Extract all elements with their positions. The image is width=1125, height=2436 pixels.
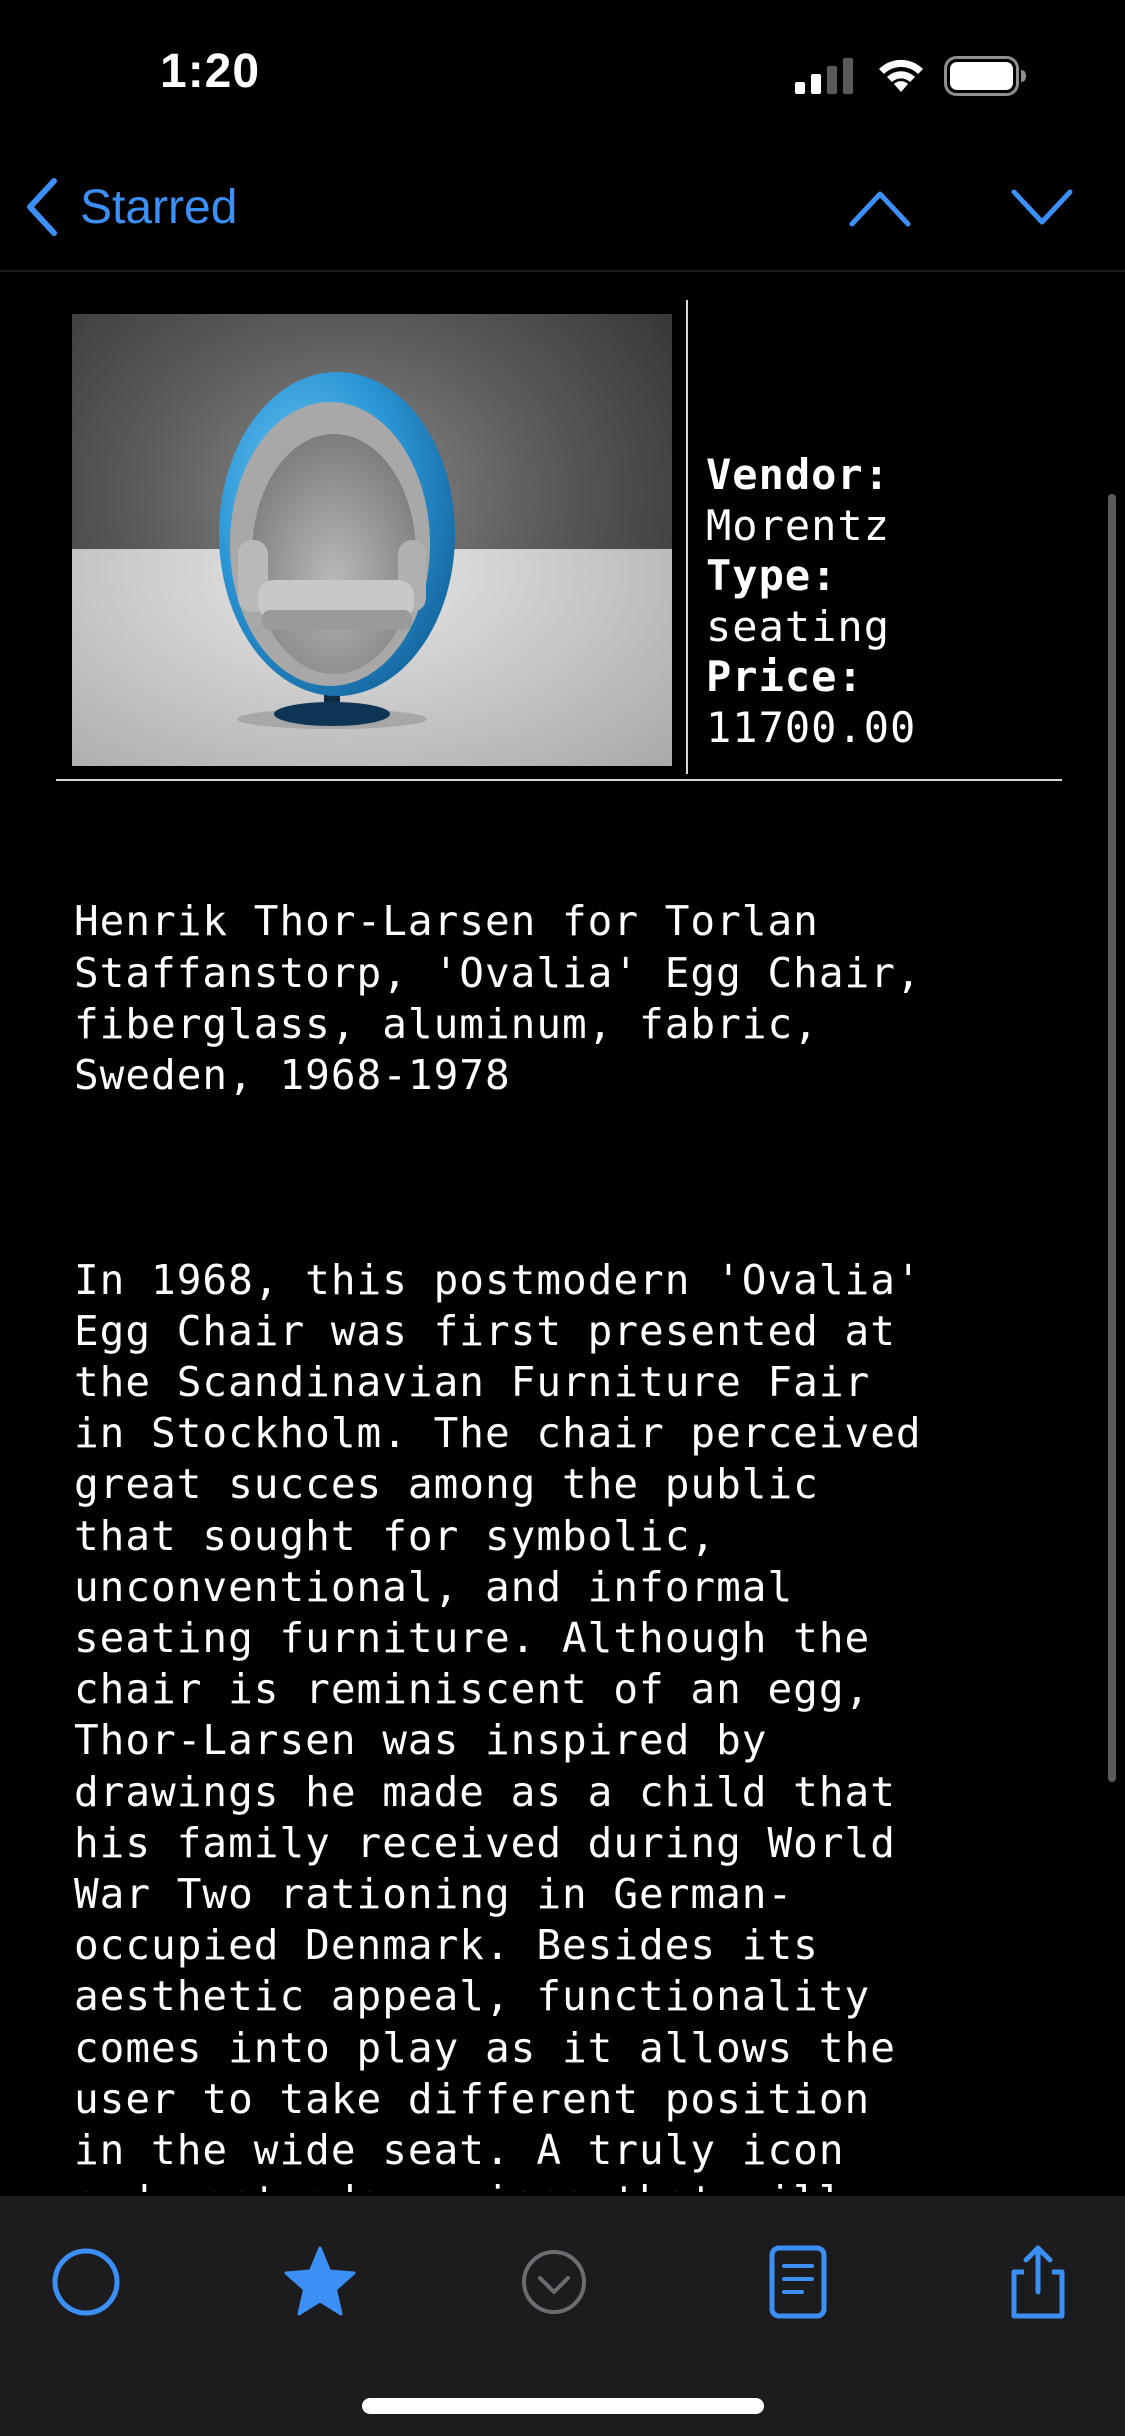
product-description: In 1968, this postmodern 'Ovalia' Egg Ch… — [74, 1255, 922, 2192]
cellular-signal-icon — [795, 58, 853, 94]
status-bar: 1:20 — [0, 0, 1125, 140]
horizontal-divider — [56, 779, 1062, 781]
back-button-label: Starred — [80, 180, 238, 234]
star-icon[interactable] — [280, 2242, 360, 2322]
home-indicator[interactable] — [362, 2398, 764, 2414]
vendor-value: Morentz — [706, 500, 891, 550]
navigation-bar: Starred — [0, 150, 1125, 272]
price-value: 11700.00 — [706, 702, 917, 752]
product-title: Henrik Thor-Larsen for Torlan Staffansto… — [74, 897, 922, 1100]
status-time: 1:20 — [160, 45, 261, 98]
wifi-icon — [879, 59, 923, 92]
type-label: Type: — [706, 551, 838, 600]
vendor-label: Vendor: — [706, 450, 891, 499]
item-detail[interactable]: Vendor: Morentz Type: seating Price: 117… — [0, 272, 1125, 2192]
share-icon[interactable] — [998, 2242, 1078, 2322]
price-label: Price: — [706, 652, 864, 701]
chevron-up-icon[interactable] — [848, 186, 912, 230]
type-value: seating — [706, 601, 891, 651]
chevron-left-icon — [27, 178, 57, 236]
back-button[interactable]: Starred — [22, 172, 237, 242]
document-icon[interactable] — [758, 2242, 838, 2322]
egg-chair-illustration — [219, 372, 455, 729]
scrollbar[interactable] — [1108, 494, 1116, 1782]
chevron-down-icon[interactable] — [1010, 186, 1074, 230]
vertical-divider — [686, 300, 688, 774]
product-image — [72, 314, 672, 766]
product-text: Henrik Thor-Larsen for Torlan Staffansto… — [74, 794, 1084, 2192]
circle-icon[interactable] — [46, 2242, 126, 2322]
product-metadata: Vendor: Morentz Type: seating Price: 117… — [706, 450, 1106, 753]
checkmark-circle-icon[interactable] — [514, 2242, 594, 2322]
battery-icon — [944, 56, 1026, 96]
